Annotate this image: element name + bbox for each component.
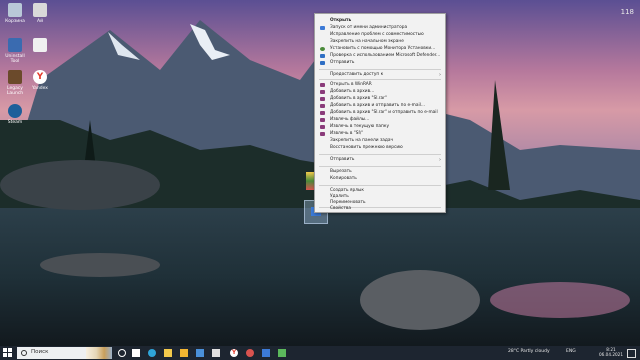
yandex-icon: Y [33, 70, 47, 84]
menu-item-add-archive-named-email[interactable]: Добавить в архив "Sl.rar" и отправить по… [315, 110, 445, 116]
menu-item-open-winrar[interactable]: Открыть в WinRAR [315, 82, 445, 88]
search-placeholder: Поиск [31, 349, 49, 355]
menu-item-pin-start[interactable]: Закрепить на начальном экране [315, 39, 445, 45]
menu-item-pin-taskbar[interactable]: Закрепить на панели задач [315, 138, 445, 144]
menu-item-open[interactable]: Открыть [315, 18, 445, 24]
desktop-icon-document[interactable] [26, 38, 54, 54]
weather-text: 28°C Partly cloudy [508, 349, 550, 354]
search-icon [21, 350, 27, 356]
recycle-bin-icon [8, 3, 22, 17]
desktop-icon-label: Legacy Launch [6, 86, 24, 96]
menu-item-properties[interactable]: Свойства [315, 206, 445, 211]
desktop-icon-recycle-bin[interactable]: Корзина [1, 3, 29, 24]
search-highlight-art [86, 347, 112, 359]
menu-item-defender-scan[interactable]: Проверка с использованием Microsoft Defe… [315, 53, 445, 59]
chevron-right-icon: › [439, 157, 441, 163]
desktop-icon-steam[interactable]: Steam [1, 104, 29, 125]
winrar-icon [320, 125, 325, 129]
menu-item-extract-files[interactable]: Извлечь файлы... [315, 117, 445, 123]
winrar-icon [320, 118, 325, 122]
taskbar: Поиск Y 28°C Partly cloudy ENG 8:21 06.0… [0, 346, 640, 360]
menu-item-add-archive[interactable]: Добавить в архив... [315, 89, 445, 95]
desktop-icon-yandex[interactable]: Y Yandex [26, 70, 54, 91]
clock-date: 06.04.2021 [599, 352, 623, 357]
desktop-corner-number: 118 [620, 8, 634, 16]
menu-separator [319, 79, 441, 80]
search-box[interactable]: Поиск [17, 347, 112, 359]
desktop-icon-file[interactable]: Ай [26, 3, 54, 24]
desktop-icon-legacy-launcher[interactable]: Legacy Launch [1, 70, 29, 96]
menu-item-send-to[interactable]: Отправить › [315, 157, 445, 163]
notification-icon[interactable] [627, 349, 636, 358]
share-icon [320, 61, 325, 65]
menu-separator [319, 166, 441, 167]
uninstall-tool-icon [8, 38, 22, 52]
menu-item-cut[interactable]: Вырезать [315, 169, 445, 175]
language-indicator[interactable]: ENG [566, 349, 576, 354]
edge-icon[interactable] [148, 349, 156, 357]
desktop-icon-label: Ай [36, 19, 43, 24]
shield-icon [320, 26, 325, 30]
weather-widget[interactable]: 28°C Partly cloudy [508, 349, 550, 354]
menu-item-extract-here[interactable]: Извлечь в текущую папку [315, 124, 445, 130]
winrar-icon [320, 132, 325, 136]
winrar-icon [320, 111, 325, 115]
desktop-icon-label: Корзина [5, 19, 25, 24]
defender-icon [320, 54, 325, 58]
yandex-browser-icon[interactable]: Y [230, 349, 238, 357]
desktop-icon-uninstall-tool[interactable]: Uninstall Tool [1, 38, 29, 64]
taskbar-clock[interactable]: 8:21 06.04.2021 [599, 347, 623, 357]
task-view-icon[interactable] [132, 349, 140, 357]
menu-item-extract-to-folder[interactable]: Извлечь в "Sl\" [315, 131, 445, 137]
install-monitor-icon [320, 47, 325, 51]
menu-item-give-access[interactable]: Предоставить доступ к › [315, 72, 445, 78]
menu-item-share[interactable]: Отправить [315, 60, 445, 66]
store-icon[interactable] [164, 349, 172, 357]
menu-item-restore-versions[interactable]: Восстановить прежнюю версию [315, 145, 445, 151]
cortana-icon[interactable] [118, 349, 126, 357]
context-menu: Открыть Запуск от имени администратора И… [314, 13, 446, 213]
winrar-icon [320, 104, 325, 108]
winrar-icon [320, 90, 325, 94]
start-button[interactable] [3, 348, 12, 357]
file-explorer-icon[interactable] [180, 349, 188, 357]
document-icon [33, 38, 47, 52]
menu-item-install-monitor[interactable]: Установить с помощью Монитора Установки.… [315, 46, 445, 52]
winrar-icon [320, 83, 325, 87]
menu-item-add-archive-email[interactable]: Добавить в архив и отправить по e-mail..… [315, 103, 445, 109]
desktop-icon-label: Yandex [32, 86, 48, 91]
winrar-icon [320, 97, 325, 101]
legacy-launcher-icon [8, 70, 22, 84]
steam-icon [8, 104, 22, 118]
archive-file-icon[interactable] [306, 172, 314, 190]
menu-separator [319, 154, 441, 155]
menu-separator [319, 185, 441, 186]
mail-icon[interactable] [196, 349, 204, 357]
file-icon [33, 3, 47, 17]
red-app-icon[interactable] [246, 349, 254, 357]
green-app-icon[interactable] [278, 349, 286, 357]
blue-app-icon[interactable] [262, 349, 270, 357]
chevron-right-icon: › [439, 72, 441, 78]
menu-separator [319, 69, 441, 70]
desktop-icon-label: Steam [7, 120, 23, 125]
menu-item-copy[interactable]: Копировать [315, 176, 445, 182]
menu-item-troubleshoot-compat[interactable]: Исправление проблем с совместимостью [315, 32, 445, 38]
menu-item-add-archive-named[interactable]: Добавить в архив "Sl.rar" [315, 96, 445, 102]
desktop-icon-label: Uninstall Tool [5, 54, 25, 64]
app-icon[interactable] [212, 349, 220, 357]
menu-item-run-as-admin[interactable]: Запуск от имени администратора [315, 25, 445, 31]
